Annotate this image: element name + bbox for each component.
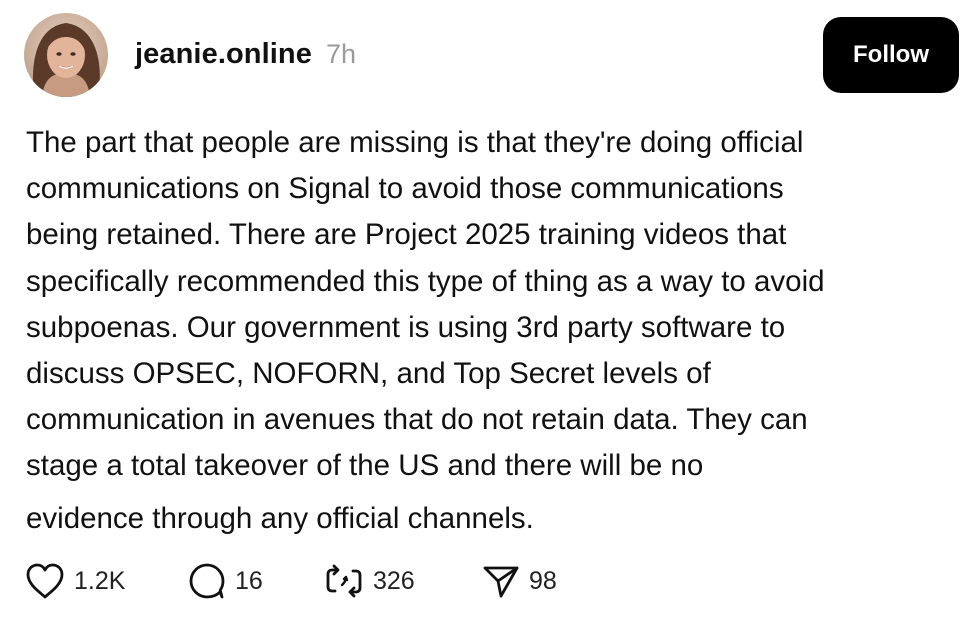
post-card: jeanie.online 7h Follow The part that pe… xyxy=(0,0,980,621)
post-timestamp: 7h xyxy=(325,39,357,69)
post-body-line: communication in avenues that do not ret… xyxy=(26,403,808,437)
action-bar: 1.2K 16 326 98 xyxy=(24,560,557,602)
avatar[interactable] xyxy=(24,13,108,97)
repost-button[interactable]: 326 xyxy=(323,561,481,601)
post-body: The part that people are missing is that… xyxy=(26,120,956,542)
like-button[interactable]: 1.2K xyxy=(24,561,187,601)
reply-count: 16 xyxy=(235,566,263,595)
speech-bubble-icon xyxy=(189,563,225,599)
avatar-image xyxy=(24,13,108,97)
post-body-line: stage a total takeover of the US and the… xyxy=(26,449,704,483)
post-body-line: specifically recommended this type of th… xyxy=(26,264,825,298)
like-count: 1.2K xyxy=(74,566,126,595)
post-header: jeanie.online 7h xyxy=(135,38,356,74)
share-count: 98 xyxy=(529,566,557,595)
repost-arrows-icon xyxy=(326,564,362,598)
post-body-line: being retained. There are Project 2025 t… xyxy=(26,218,787,252)
post-body-line: discuss OPSEC, NOFORN, and Top Secret le… xyxy=(26,357,711,391)
username-link[interactable]: jeanie.online xyxy=(135,38,312,71)
repost-count: 326 xyxy=(373,566,415,595)
post-body-line: communications on Signal to avoid those … xyxy=(26,172,784,206)
paper-plane-icon xyxy=(483,566,519,598)
post-body-line: evidence through any official channels. xyxy=(26,501,534,535)
post-body-line: The part that people are missing is that… xyxy=(26,126,804,159)
heart-icon xyxy=(26,563,64,599)
post-body-line: subpoenas. Our government is using 3rd p… xyxy=(26,310,786,344)
follow-button[interactable]: Follow xyxy=(823,17,959,93)
share-button[interactable]: 98 xyxy=(481,561,557,601)
reply-button[interactable]: 16 xyxy=(187,561,323,601)
